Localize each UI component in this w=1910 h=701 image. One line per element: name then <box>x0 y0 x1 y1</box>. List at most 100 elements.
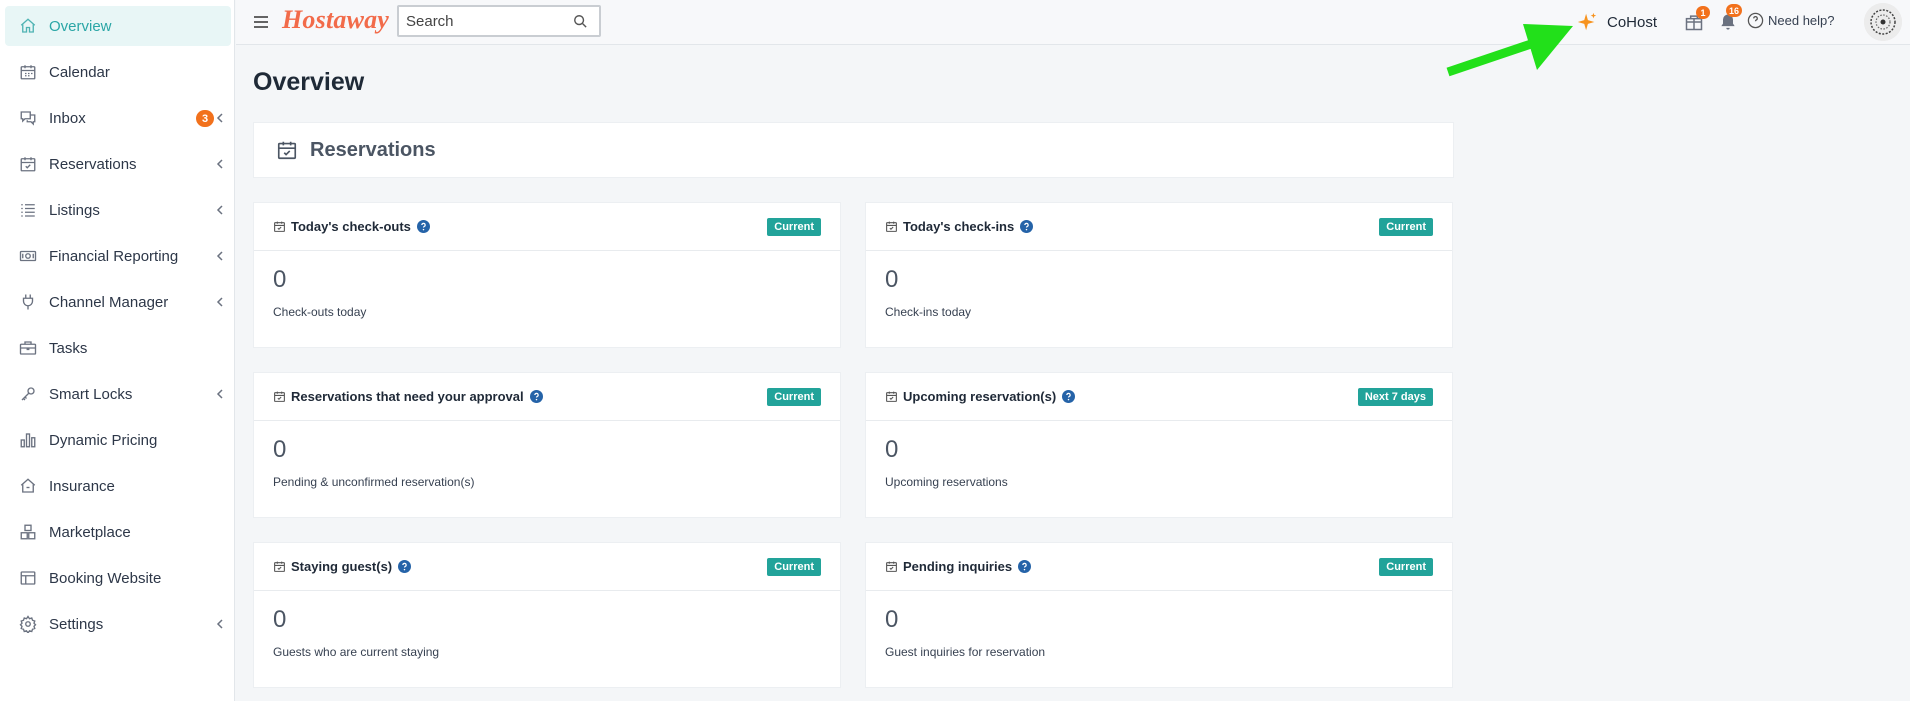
status-badge: Current <box>1379 558 1433 576</box>
sidebar-item-label: Dynamic Pricing <box>49 431 158 449</box>
card-staying-guests[interactable]: Staying guest(s) Current 0 Guests who ar… <box>253 542 841 688</box>
sidebar-item-smart-locks[interactable]: Smart Locks <box>5 374 231 414</box>
card-reservations-need-approval[interactable]: Reservations that need your approval Cur… <box>253 372 841 518</box>
card-title: Reservations that need your approval <box>291 389 524 404</box>
sidebar-item-label: Channel Manager <box>49 293 169 311</box>
card-header: Upcoming reservation(s) Next 7 days <box>866 373 1452 421</box>
sidebar-item-insurance[interactable]: Insurance <box>5 466 231 506</box>
hamburger-menu-icon[interactable] <box>253 14 269 30</box>
calendar-check-icon <box>20 157 36 172</box>
status-badge: Next 7 days <box>1357 388 1433 406</box>
page-title: Overview <box>253 68 365 96</box>
sidebar-item-settings[interactable]: Settings <box>5 604 231 644</box>
sidebar-item-label: Listings <box>49 201 100 219</box>
sidebar-item-financial-reporting[interactable]: Financial Reporting <box>5 236 231 276</box>
layout-icon <box>20 571 36 585</box>
notification-count-badge: 16 <box>1726 4 1742 17</box>
chat-icon <box>20 111 36 126</box>
card-todays-checkins[interactable]: Today's check-ins Current 0 Check-ins to… <box>865 202 1453 348</box>
card-value: 0 <box>273 436 287 463</box>
card-value: 0 <box>885 436 899 463</box>
calendar-check-icon <box>274 221 285 232</box>
help-icon[interactable] <box>529 390 543 403</box>
sidebar-item-label: Tasks <box>49 339 88 357</box>
card-title: Today's check-outs <box>291 219 411 234</box>
card-upcoming-reservations[interactable]: Upcoming reservation(s) Next 7 days 0 Up… <box>865 372 1453 518</box>
status-badge: Current <box>1379 218 1433 236</box>
card-description: Guest inquiries for reservation <box>885 645 1046 659</box>
sidebar-item-calendar[interactable]: Calendar <box>5 52 231 92</box>
help-icon[interactable] <box>1062 390 1076 403</box>
help-icon[interactable] <box>1018 560 1032 573</box>
money-icon <box>19 250 37 262</box>
house-shield-icon <box>20 478 36 493</box>
cohost-button[interactable]: CoHost <box>1576 10 1657 34</box>
card-header: Today's check-ins Current <box>866 203 1452 251</box>
card-header: Staying guest(s) Current <box>254 543 840 591</box>
boxes-icon <box>20 524 36 540</box>
calendar-check-icon <box>886 391 897 402</box>
card-title: Staying guest(s) <box>291 559 393 574</box>
card-pending-inquiries[interactable]: Pending inquiries Current 0 Guest inquir… <box>865 542 1453 688</box>
help-icon[interactable] <box>398 560 412 573</box>
chevron-left-icon <box>216 389 223 399</box>
status-badge: Current <box>767 388 821 406</box>
card-value: 0 <box>885 606 899 633</box>
need-help-label: Need help? <box>1768 13 1835 28</box>
search-input[interactable] <box>399 8 569 34</box>
key-icon <box>21 387 35 401</box>
plug-icon <box>22 294 34 310</box>
sidebar-item-channel-manager[interactable]: Channel Manager <box>5 282 231 322</box>
sidebar-item-inbox[interactable]: Inbox 3 <box>5 98 231 138</box>
bar-chart-icon <box>20 433 36 448</box>
sparkle-icon <box>1577 12 1597 31</box>
sidebar-item-label: Booking Website <box>49 569 162 587</box>
inbox-count-badge: 3 <box>196 110 214 127</box>
card-value: 0 <box>273 266 287 293</box>
need-help-link[interactable]: Need help? <box>1747 12 1835 29</box>
card-description: Check-ins today <box>885 305 972 319</box>
calendar-check-icon <box>886 561 897 572</box>
chevron-left-icon <box>216 205 223 215</box>
card-description: Pending & unconfirmed reservation(s) <box>273 475 475 489</box>
card-value: 0 <box>273 606 287 633</box>
sidebar-item-overview[interactable]: Overview <box>5 6 231 46</box>
search-box <box>397 5 601 37</box>
card-description: Check-outs today <box>273 305 367 319</box>
sidebar-item-label: Settings <box>49 615 104 633</box>
sidebar-item-dynamic-pricing[interactable]: Dynamic Pricing <box>5 420 231 460</box>
sidebar-item-label: Smart Locks <box>49 385 133 403</box>
card-title: Pending inquiries <box>903 559 1013 574</box>
briefcase-icon <box>19 341 37 355</box>
avatar-image-icon <box>1864 3 1902 41</box>
card-description: Guests who are current staying <box>273 645 440 659</box>
card-header: Reservations that need your approval Cur… <box>254 373 840 421</box>
annotation-arrow-icon <box>1446 24 1573 77</box>
sidebar-item-marketplace[interactable]: Marketplace <box>5 512 231 552</box>
sidebar-item-label: Overview <box>49 17 112 35</box>
user-avatar[interactable] <box>1864 3 1902 41</box>
help-icon[interactable] <box>1020 220 1034 233</box>
sidebar-item-label: Calendar <box>49 63 110 81</box>
calendar-check-icon <box>274 561 285 572</box>
sidebar: Overview Calendar Inbox 3 Reservations L… <box>0 0 235 701</box>
card-todays-checkouts[interactable]: Today's check-outs Current 0 Check-outs … <box>253 202 841 348</box>
search-icon[interactable] <box>573 14 587 28</box>
sidebar-item-label: Financial Reporting <box>49 247 179 265</box>
hostaway-logo[interactable]: Hostaway <box>282 5 389 35</box>
chevron-left-icon <box>216 159 223 169</box>
sidebar-item-label: Insurance <box>49 477 115 495</box>
question-circle-icon <box>1747 12 1764 29</box>
card-title: Today's check-ins <box>903 219 1015 234</box>
cohost-label: CoHost <box>1607 13 1658 31</box>
sidebar-item-booking-website[interactable]: Booking Website <box>5 558 231 598</box>
home-icon <box>20 18 36 33</box>
sidebar-item-listings[interactable]: Listings <box>5 190 231 230</box>
sidebar-item-tasks[interactable]: Tasks <box>5 328 231 368</box>
sidebar-item-reservations[interactable]: Reservations <box>5 144 231 184</box>
gear-icon <box>19 615 37 633</box>
reservations-section-header: Reservations <box>253 122 1454 178</box>
card-value: 0 <box>885 266 899 293</box>
card-description: Upcoming reservations <box>885 475 1008 489</box>
help-icon[interactable] <box>416 220 430 233</box>
